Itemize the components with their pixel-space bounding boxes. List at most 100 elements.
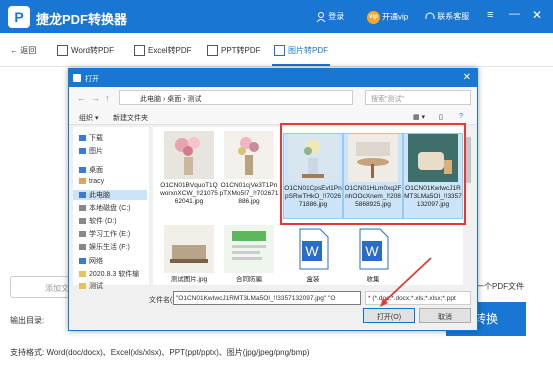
login-button[interactable]: 登录 [316,11,345,23]
dialog-titlebar: 打开 ✕ [69,69,477,87]
file-thumbnail [224,225,274,273]
organize-button[interactable]: 组织 ▾ [79,113,98,123]
tab-label: PPT转PDF [221,46,261,55]
main-toolbar: ← 返回 Word转PDF Excel转PDF PPT转PDF 图片转PDF [0,33,553,67]
open-button[interactable]: 打开(O) [363,308,415,323]
path-input[interactable]: 此电脑 › 桌面 › 测试 [119,90,353,105]
folder-icon [79,231,86,238]
dialog-title: 打开 [85,76,99,83]
tab-word-to-pdf[interactable]: Word转PDF [57,45,114,57]
sidebar-item-label: 测试 [89,283,103,290]
file-name: O1CN01cjVe3T1PnpTXMo5I7_!!702671886.jpg [219,182,279,205]
sidebar-item[interactable]: 图片 [79,146,103,156]
sidebar-item-label: tracy [89,178,105,185]
excel-file-icon [134,45,145,57]
dialog-close-icon[interactable]: ✕ [463,72,471,83]
svg-text:W: W [305,243,319,259]
sidebar-item-label: 2020.8.3 软件输 [89,271,140,278]
sidebar-item[interactable]: tracy [79,178,104,185]
vip-button[interactable]: vip 开通vip [367,11,408,24]
search-input[interactable]: 搜索"测试" [365,90,471,105]
file-name: 收集 [366,276,380,283]
minimize-icon[interactable]: — [509,8,520,20]
support-button[interactable]: 联系客服 [425,11,469,22]
folder-icon [79,192,86,199]
sidebar-item-label: 桌面 [89,167,103,174]
back-label: 返回 [20,46,37,55]
file-item[interactable]: O1CN01cjVe3T1PnpTXMo5I7_!!702671886.jpg [219,131,279,206]
back-nav-icon[interactable]: ← [77,93,86,103]
sidebar-item[interactable]: 此电脑 [73,190,147,200]
up-nav-icon[interactable]: ↑ [105,93,110,103]
new-folder-button[interactable]: 新建文件夹 [113,113,148,123]
sidebar-item-label: 软件 (D:) [89,218,117,225]
folder-icon [79,205,86,212]
sidebar-item[interactable]: 桌面 [79,165,103,175]
tab-ppt-to-pdf[interactable]: PPT转PDF [207,45,261,57]
app-logo: P [8,6,30,28]
file-name: 合同防骗 [236,276,262,283]
app-title: 捷龙PDF转换器 [36,12,128,27]
sidebar-item[interactable]: 下载 [79,133,103,143]
login-label: 登录 [328,12,345,21]
sidebar-item-label: 此电脑 [89,192,110,199]
folder-icon [79,271,86,278]
breadcrumb-item[interactable]: 桌面 [167,96,181,103]
svg-text:W: W [365,243,379,259]
folder-icon [79,167,86,174]
add-file-button[interactable]: 添加文 [10,276,70,298]
sidebar-item-label: 本地磁盘 (C:) [89,205,131,212]
sidebar-item[interactable]: 2020.8.3 软件输 [79,269,139,279]
sidebar-item-label: 娱乐生活 (F:) [89,244,130,251]
folder-icon [79,258,86,265]
filename-input[interactable]: "O1CN01KwIwcJ1RMT3LMa5OI_!!3357132097.jp… [173,291,361,305]
user-icon [316,11,326,23]
vip-badge-icon: vip [367,11,380,24]
tab-label: Excel转PDF [148,46,192,55]
breadcrumb-item[interactable]: 测试 [187,96,201,103]
view-icon[interactable]: ▦ ▾ [413,113,425,121]
menu-icon[interactable]: ≡ [487,9,493,21]
folder-icon [79,148,86,155]
forward-nav-icon[interactable]: → [91,93,100,103]
file-item[interactable]: W 盒装 [283,225,343,284]
file-item[interactable]: 测试图片.jpg [159,225,219,284]
selection-highlight [280,123,466,225]
sidebar-item[interactable]: 本地磁盘 (C:) [79,203,131,213]
folder-icon [79,178,86,185]
sidebar-item[interactable]: 网络 [79,256,103,266]
file-item[interactable]: O1CN01BVquoT1QworxnXCW_!!2107562041.jpg [159,131,219,206]
tab-label: 图片转PDF [288,46,328,55]
help-icon[interactable]: ? [459,113,463,120]
sidebar-item[interactable]: 软件 (D:) [79,216,117,226]
address-bar: ← → ↑ 此电脑 › 桌面 › 测试 搜索"测试" [69,87,477,109]
file-item[interactable]: 合同防骗 [219,225,279,284]
app-header: P 捷龙PDF转换器 登录 vip 开通vip 联系客服 ≡ — ✕ [0,0,553,33]
cancel-button[interactable]: 取消 [419,308,471,323]
file-thumbnail [224,131,274,179]
support-label: 联系客服 [437,12,470,21]
folder-icon [79,244,86,251]
active-tab-indicator [272,64,330,66]
file-item[interactable]: W 收集 [343,225,403,284]
sidebar-item[interactable]: 娱乐生活 (F:) [79,242,130,252]
sidebar-item-label: 网络 [89,258,103,265]
close-icon[interactable]: ✕ [532,8,542,22]
folder-icon [79,218,86,225]
back-button[interactable]: ← 返回 [10,45,36,56]
tab-label: Word转PDF [71,46,114,55]
tab-image-to-pdf[interactable]: 图片转PDF [274,45,328,57]
pane-icon[interactable]: ▯ [439,113,443,121]
filetype-select[interactable]: * (*.doc;*.docx;*.xls;*.xlsx;*.ppt [365,291,471,305]
file-thumbnail: W [348,225,398,273]
breadcrumb-item[interactable]: 此电脑 [140,96,161,103]
sidebar-item[interactable]: 测试 [79,281,103,291]
output-dir-label: 输出目录: [10,316,45,325]
navigation-pane: 下载图片桌面 tracy 此电脑本地磁盘 (C:) 软件 (D:) 学习工作 (E:) 娱… [73,127,149,290]
back-arrow-icon: ← [10,46,18,55]
sidebar-item[interactable]: 学习工作 (E:) [79,229,130,239]
file-thumbnail [164,225,214,273]
sidebar-item-label: 下载 [89,135,103,142]
app-small-icon [73,74,81,82]
tab-excel-to-pdf[interactable]: Excel转PDF [134,45,192,57]
